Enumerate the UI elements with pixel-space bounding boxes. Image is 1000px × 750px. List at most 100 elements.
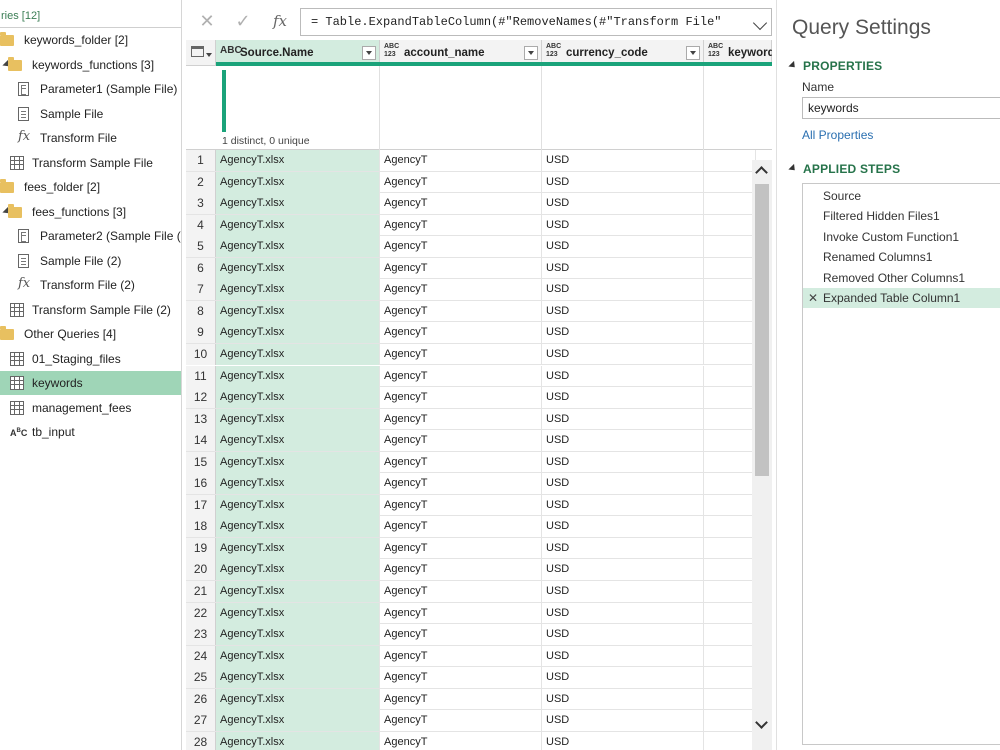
cell-currency-code[interactable]: USD <box>542 710 704 732</box>
cell-source-name[interactable]: AgencyT.xlsx <box>216 667 380 689</box>
table-row[interactable]: 16 AgencyT.xlsx AgencyT USD <box>186 473 756 495</box>
delete-step-icon[interactable]: ✕ <box>808 288 818 308</box>
cell-currency-code[interactable]: USD <box>542 451 704 473</box>
query-item[interactable]: Parameter1 (Sample File) <box>0 77 181 101</box>
cell-keyword[interactable] <box>704 193 756 215</box>
cell-currency-code[interactable]: USD <box>542 408 704 430</box>
query-item[interactable]: fees_folder [2] <box>0 175 181 199</box>
query-item[interactable]: fx Transform File <box>0 126 181 150</box>
cell-keyword[interactable] <box>704 300 756 322</box>
cell-source-name[interactable]: AgencyT.xlsx <box>216 581 380 602</box>
row-number[interactable]: 23 <box>186 624 216 646</box>
query-name-input[interactable] <box>802 97 1000 119</box>
row-number[interactable]: 22 <box>186 602 216 624</box>
cell-keyword[interactable] <box>704 667 756 689</box>
cell-account-name[interactable]: AgencyT <box>380 343 542 365</box>
table-row[interactable]: 2 AgencyT.xlsx AgencyT USD <box>186 171 756 194</box>
cell-source-name[interactable]: AgencyT.xlsx <box>216 408 380 430</box>
cell-keyword[interactable] <box>704 343 756 365</box>
cell-keyword[interactable] <box>704 516 756 538</box>
cell-source-name[interactable]: AgencyT.xlsx <box>216 688 380 710</box>
row-number[interactable]: 3 <box>186 193 216 215</box>
cell-account-name[interactable]: AgencyT <box>380 494 542 516</box>
cell-keyword[interactable] <box>704 731 756 750</box>
cell-account-name[interactable]: AgencyT <box>380 257 542 279</box>
cell-keyword[interactable] <box>704 494 756 516</box>
row-number[interactable]: 11 <box>186 365 216 387</box>
cell-currency-code[interactable]: USD <box>542 516 704 538</box>
table-row[interactable]: 8 AgencyT.xlsx AgencyT USD <box>186 300 756 323</box>
cell-currency-code[interactable]: USD <box>542 214 704 236</box>
cell-currency-code[interactable]: USD <box>542 430 704 452</box>
table-row[interactable]: 28 AgencyT.xlsx AgencyT USD <box>186 731 756 750</box>
cell-account-name[interactable]: AgencyT <box>380 667 542 689</box>
table-row[interactable]: 21 AgencyT.xlsx AgencyT USD <box>186 581 756 603</box>
table-row[interactable]: 23 AgencyT.xlsx AgencyT USD <box>186 624 756 646</box>
applied-step[interactable]: Invoke Custom Function1 <box>803 227 1000 247</box>
table-row[interactable]: 11 AgencyT.xlsx AgencyT USD <box>186 365 756 387</box>
cell-source-name[interactable]: AgencyT.xlsx <box>216 322 380 344</box>
cell-account-name[interactable]: AgencyT <box>380 430 542 452</box>
any-type-icon[interactable]: ABC 123 <box>708 43 723 59</box>
cell-account-name[interactable]: AgencyT <box>380 193 542 215</box>
table-row[interactable]: 6 AgencyT.xlsx AgencyT USD <box>186 257 756 280</box>
cell-source-name[interactable]: AgencyT.xlsx <box>216 171 380 193</box>
query-item[interactable]: Sample File (2) <box>0 249 181 273</box>
query-item[interactable]: keywords_folder [2] <box>0 28 181 52</box>
cell-source-name[interactable]: AgencyT.xlsx <box>216 365 380 387</box>
cell-keyword[interactable] <box>704 645 756 667</box>
cell-account-name[interactable]: AgencyT <box>380 322 542 344</box>
applied-step[interactable]: Renamed Columns1 <box>803 247 1000 267</box>
query-item[interactable]: fees_functions [3] <box>0 200 181 224</box>
cell-keyword[interactable] <box>704 559 756 581</box>
table-row[interactable]: 22 AgencyT.xlsx AgencyT USD <box>186 602 756 625</box>
cell-source-name[interactable]: AgencyT.xlsx <box>216 710 380 732</box>
cell-keyword[interactable] <box>704 430 756 452</box>
cell-keyword[interactable] <box>704 537 756 559</box>
text-type-icon[interactable]: ABC <box>220 46 242 56</box>
query-item[interactable]: Transform Sample File <box>0 151 181 175</box>
row-number[interactable]: 9 <box>186 322 216 344</box>
cell-keyword[interactable] <box>704 322 756 344</box>
query-item[interactable]: fx Transform File (2) <box>0 273 181 297</box>
table-row[interactable]: 9 AgencyT.xlsx AgencyT USD <box>186 322 756 344</box>
row-number[interactable]: 17 <box>186 494 216 516</box>
query-item[interactable]: keywords <box>0 371 181 395</box>
table-row[interactable]: 24 AgencyT.xlsx AgencyT USD <box>186 645 756 668</box>
table-row[interactable]: 13 AgencyT.xlsx AgencyT USD <box>186 408 756 431</box>
applied-step[interactable]: ✕ Expanded Table Column1 <box>803 288 1000 308</box>
cell-account-name[interactable]: AgencyT <box>380 516 542 538</box>
cell-keyword[interactable] <box>704 279 756 301</box>
cell-currency-code[interactable]: USD <box>542 365 704 387</box>
query-item[interactable]: keywords_functions [3] <box>0 53 181 77</box>
cell-account-name[interactable]: AgencyT <box>380 731 542 750</box>
cell-currency-code[interactable]: USD <box>542 645 704 667</box>
table-row[interactable]: 27 AgencyT.xlsx AgencyT USD <box>186 710 756 732</box>
cell-account-name[interactable]: AgencyT <box>380 365 542 387</box>
row-number[interactable]: 7 <box>186 279 216 301</box>
cell-keyword[interactable] <box>704 365 756 387</box>
cell-currency-code[interactable]: USD <box>542 322 704 344</box>
cell-currency-code[interactable]: USD <box>542 150 704 171</box>
table-row[interactable]: 1 AgencyT.xlsx AgencyT USD <box>186 150 756 172</box>
scrollbar-thumb[interactable] <box>755 184 769 476</box>
table-row[interactable]: 14 AgencyT.xlsx AgencyT USD <box>186 430 756 452</box>
cell-currency-code[interactable]: USD <box>542 257 704 279</box>
cell-currency-code[interactable]: USD <box>542 667 704 689</box>
cell-account-name[interactable]: AgencyT <box>380 236 542 258</box>
cell-source-name[interactable]: AgencyT.xlsx <box>216 731 380 750</box>
cell-keyword[interactable] <box>704 171 756 193</box>
cell-account-name[interactable]: AgencyT <box>380 602 542 624</box>
query-item[interactable]: ABC tb_input <box>0 420 181 444</box>
cell-account-name[interactable]: AgencyT <box>380 387 542 409</box>
cell-currency-code[interactable]: USD <box>542 731 704 750</box>
cell-keyword[interactable] <box>704 473 756 495</box>
cell-source-name[interactable]: AgencyT.xlsx <box>216 516 380 538</box>
cell-account-name[interactable]: AgencyT <box>380 473 542 495</box>
cell-source-name[interactable]: AgencyT.xlsx <box>216 624 380 646</box>
cell-account-name[interactable]: AgencyT <box>380 688 542 710</box>
cell-account-name[interactable]: AgencyT <box>380 408 542 430</box>
column-filter-dropdown-icon[interactable] <box>362 46 376 60</box>
any-type-icon[interactable]: ABC 123 <box>384 43 399 59</box>
row-number[interactable]: 28 <box>186 731 216 750</box>
